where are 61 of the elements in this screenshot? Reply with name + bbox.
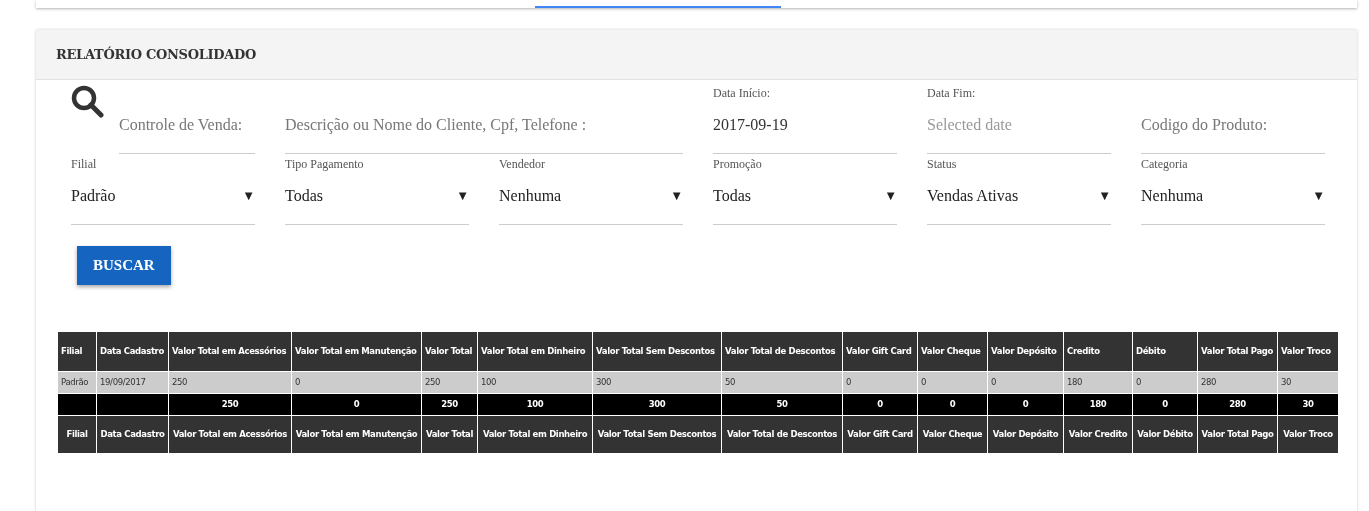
select-field[interactable]: Todas ▼ [713, 184, 897, 208]
field-label: Status [927, 158, 958, 170]
column-header: Credito [1063, 331, 1133, 371]
column-header: Débito [1132, 331, 1198, 371]
column-header: Valor Troco [1277, 331, 1339, 371]
search-icon [71, 85, 104, 118]
dropdown-arrow-icon: ▼ [456, 186, 469, 206]
field-label: Data Fim: [927, 87, 977, 99]
select-field[interactable]: Todas ▼ [285, 184, 469, 208]
field-label: Data Início: [713, 87, 771, 99]
select-field[interactable]: Nenhuma ▼ [499, 184, 683, 208]
column-header: Valor Troco [1277, 415, 1339, 453]
search-button[interactable]: BUSCAR [77, 246, 171, 285]
column-header: Valor Credito [1063, 415, 1133, 453]
dropdown-arrow-icon: ▼ [884, 186, 897, 206]
column-header: Valor Total Pago [1197, 331, 1278, 371]
column-header: Data Cadastro [96, 331, 169, 371]
dropdown-arrow-icon: ▼ [1098, 186, 1111, 206]
column-header: Valor Total em Manutenção [291, 415, 422, 453]
select-field[interactable]: Vendas Ativas ▼ [927, 184, 1111, 208]
column-header: Valor Total em Acessórios [168, 415, 292, 453]
dropdown-arrow-icon: ▼ [242, 186, 255, 206]
column-header: Valor Depósito [987, 331, 1064, 371]
input-field[interactable]: Codigo do Produto: [1141, 113, 1325, 137]
column-header: Data Cadastro [96, 415, 169, 453]
column-header: Valor Cheque [917, 331, 988, 371]
column-header: Valor Total em Manutenção [291, 331, 422, 371]
field-label: Promoção [713, 158, 763, 170]
date-field[interactable]: 2017-09-19 [713, 113, 897, 137]
select-field[interactable]: Padrão ▼ [71, 184, 255, 208]
field-label: Filial [71, 158, 98, 170]
table-cell: Padrão [57, 371, 97, 393]
column-header: Valor Total de Descontos [721, 331, 843, 371]
column-header: Filial [57, 331, 97, 371]
column-header: Valor Total Sem Descontos [592, 331, 722, 371]
column-header: Valor Cheque [917, 415, 988, 453]
column-header: Valor Total de Descontos [721, 415, 843, 453]
column-header: Valor Débito [1132, 415, 1198, 453]
column-header: Valor Gift Card [842, 331, 918, 371]
panel-title: RELATÓRIO CONSOLIDADO [56, 45, 257, 64]
column-header: Valor Gift Card [842, 415, 918, 453]
column-header: Valor Total em Dinheiro [477, 415, 593, 453]
column-header: Valor Total Sem Descontos [592, 415, 722, 453]
date-field[interactable]: Selected date [927, 113, 1111, 137]
column-header: Valor Total Pago [1197, 415, 1278, 453]
column-header: Valor Total em Acessórios [168, 331, 292, 371]
table-cell: 0 [291, 371, 422, 393]
dropdown-arrow-icon: ▼ [1312, 186, 1325, 206]
column-header: Filial [57, 415, 97, 453]
column-header: Valor Total [421, 415, 478, 453]
input-field[interactable]: Descrição ou Nome do Cliente, Cpf, Telefone : [285, 113, 683, 137]
field-label: Categoria [1141, 158, 1189, 170]
field-label: Tipo Pagamento [285, 158, 365, 170]
total-cell: 0 [291, 393, 422, 415]
dropdown-arrow-icon: ▼ [670, 186, 683, 206]
select-field[interactable]: Nenhuma ▼ [1141, 184, 1325, 208]
column-header: Valor Total [421, 331, 478, 371]
column-header: Valor Total em Dinheiro [477, 331, 593, 371]
column-header: Valor Depósito [987, 415, 1064, 453]
field-label: Vendedor [499, 158, 546, 170]
input-field[interactable]: Controle de Venda: [119, 113, 255, 137]
